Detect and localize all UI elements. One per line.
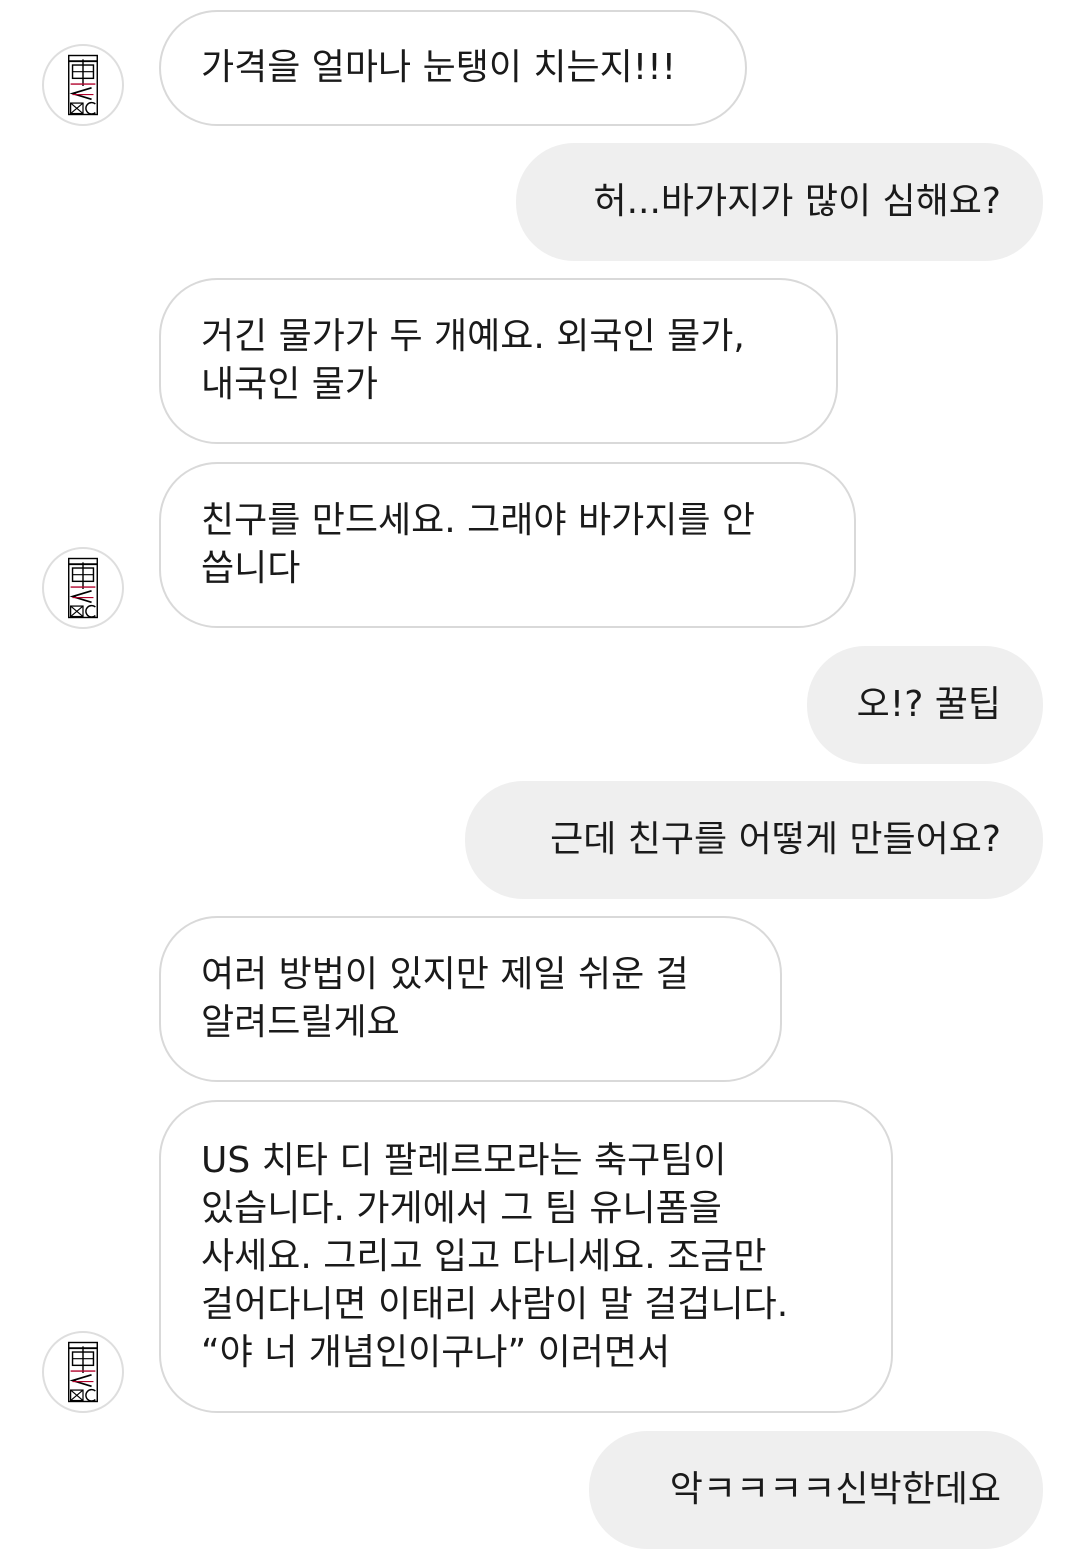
message-outgoing[interactable]: 허...바가지가 많이 심해요?: [516, 143, 1043, 261]
message-incoming[interactable]: 거긴 물가가 두 개예요. 외국인 물가, 내국인 물가: [159, 278, 838, 444]
message-text: 오!? 꿀팁: [856, 684, 1001, 725]
message-incoming[interactable]: 여러 방법이 있지만 제일 쉬운 걸 알려드릴게요: [159, 916, 782, 1082]
message-incoming[interactable]: 가격을 얼마나 눈탱이 치는지!!!: [159, 10, 747, 126]
stamp-logo-icon: [68, 1341, 98, 1403]
message-text: 친구를 만드세요. 그래야 바가지를 안 씁니다: [201, 500, 756, 589]
stamp-logo-icon: [68, 54, 98, 116]
message-outgoing[interactable]: 근데 친구를 어떻게 만들어요?: [465, 781, 1043, 899]
message-text: 여러 방법이 있지만 제일 쉬운 걸 알려드릴게요: [201, 954, 689, 1043]
message-outgoing[interactable]: 오!? 꿀팁: [807, 646, 1043, 764]
message-outgoing[interactable]: 악ㅋㅋㅋㅋ신박한데요: [589, 1431, 1043, 1549]
chat-thread: 가격을 얼마나 눈탱이 치는지!!! 허...바가지가 많이 심해요? 거긴 물…: [0, 0, 1080, 1559]
avatar[interactable]: [42, 1331, 124, 1413]
message-incoming[interactable]: US 치타 디 팔레르모라는 축구팀이 있습니다. 가게에서 그 팀 유니폼을 …: [159, 1100, 893, 1413]
message-text: 허...바가지가 많이 심해요?: [593, 181, 1001, 222]
message-text: US 치타 디 팔레르모라는 축구팀이 있습니다. 가게에서 그 팀 유니폼을 …: [201, 1139, 789, 1373]
message-text: 거긴 물가가 두 개예요. 외국인 물가, 내국인 물가: [201, 316, 745, 405]
stamp-logo-icon: [68, 557, 98, 619]
avatar[interactable]: [42, 547, 124, 629]
message-text: 가격을 얼마나 눈탱이 치는지!!!: [201, 47, 677, 88]
avatar[interactable]: [42, 44, 124, 126]
message-text: 근데 친구를 어떻게 만들어요?: [550, 819, 1001, 860]
message-incoming[interactable]: 친구를 만드세요. 그래야 바가지를 안 씁니다: [159, 462, 856, 628]
message-text: 악ㅋㅋㅋㅋ신박한데요: [669, 1469, 1001, 1510]
